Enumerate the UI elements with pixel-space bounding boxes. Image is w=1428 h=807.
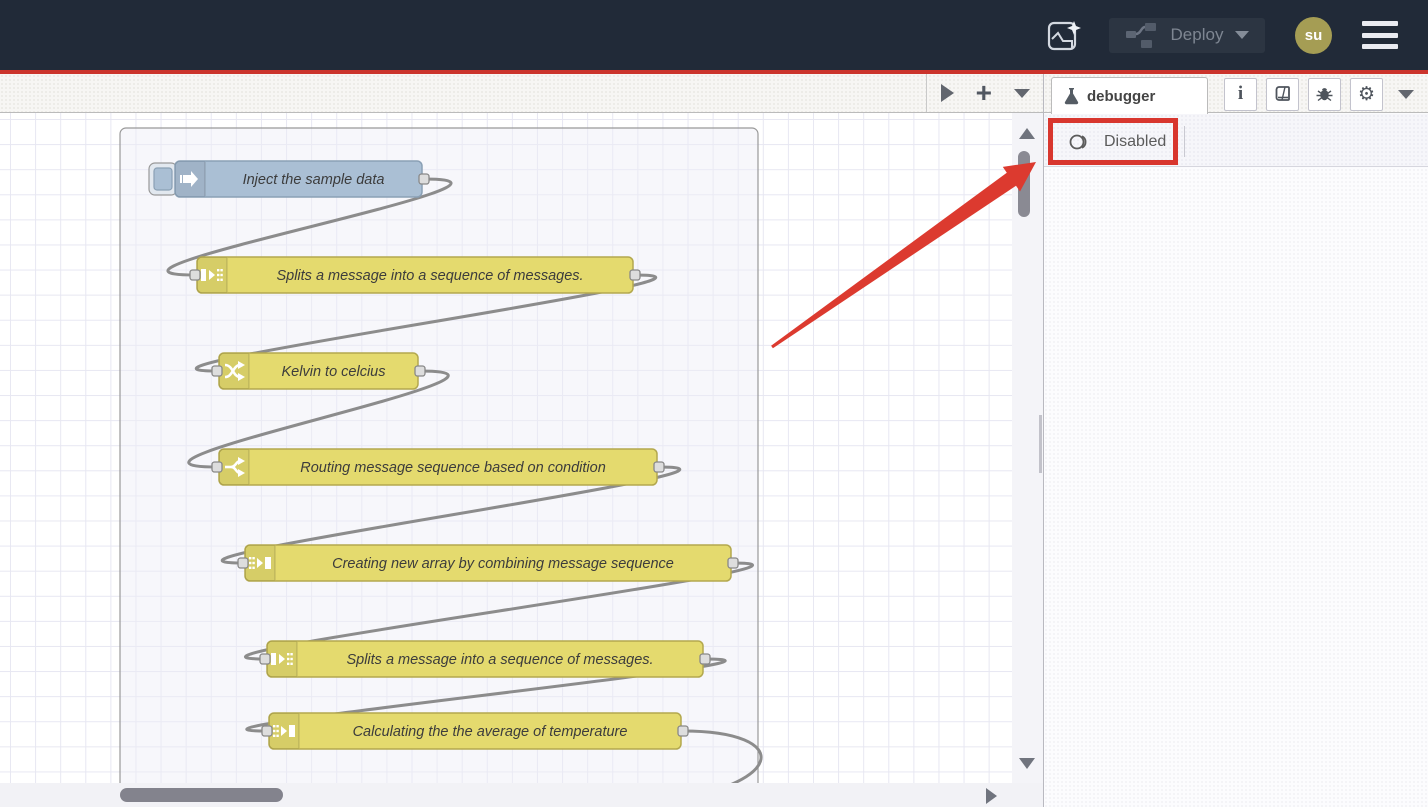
horizontal-scrollbar[interactable] [0, 783, 1043, 807]
avatar[interactable]: su [1295, 17, 1332, 54]
app-window: Deploy su + Inject the sample data Splits… [0, 0, 1428, 807]
flask-icon [1064, 87, 1079, 105]
hamburger-menu-icon[interactable] [1362, 21, 1398, 49]
tab-debugger[interactable]: debugger [1051, 77, 1208, 114]
vertical-scroll-thumb[interactable] [1018, 151, 1030, 217]
node-label: Calculating the the average of temperatu… [353, 724, 628, 740]
input-port[interactable] [262, 726, 272, 736]
scroll-down-icon[interactable] [1019, 758, 1035, 769]
sidebar-separator-handle[interactable] [1039, 415, 1042, 473]
input-port[interactable] [238, 558, 248, 568]
deploy-button[interactable]: Deploy [1109, 18, 1265, 53]
tabstrip-buttons: + [926, 74, 1036, 112]
deploy-caret-icon[interactable] [1235, 31, 1249, 39]
toolbar-separator [1184, 126, 1185, 157]
flow-node-change[interactable]: Kelvin to celcius [212, 353, 425, 389]
flow-node-switch[interactable]: Routing message sequence based on condit… [212, 449, 664, 485]
header-bar: Deploy su [0, 0, 1428, 70]
chevron-down-icon[interactable] [1398, 90, 1414, 99]
horizontal-scroll-thumb[interactable] [120, 788, 283, 802]
debug-toolbar: Disabled [1044, 114, 1428, 167]
output-port[interactable] [419, 174, 429, 184]
node-label: Kelvin to celcius [282, 364, 386, 380]
node-label: Splits a message into a sequence of mess… [276, 268, 583, 284]
flow-svg: Inject the sample data Splits a message i… [0, 113, 1012, 783]
node-label: Inject the sample data [243, 172, 385, 188]
flow-export-sparkle-icon[interactable] [1045, 16, 1083, 54]
input-port[interactable] [260, 654, 270, 664]
flow-node-inject[interactable]: Inject the sample data [149, 161, 429, 197]
disabled-filter-button[interactable]: Disabled [1057, 125, 1178, 158]
sidebar: debugger i [1044, 74, 1428, 807]
info-button[interactable]: i [1224, 78, 1257, 111]
input-port[interactable] [190, 270, 200, 280]
workspace-tabstrip: + [0, 74, 1044, 113]
output-port[interactable] [654, 462, 664, 472]
scroll-tabs-right-icon[interactable] [941, 84, 954, 102]
deploy-label: Deploy [1171, 25, 1224, 45]
debug-bug-button[interactable] [1308, 78, 1341, 111]
output-port[interactable] [678, 726, 688, 736]
flow-canvas[interactable]: Inject the sample data Splits a message i… [0, 113, 1012, 783]
flow-export-sparkle-svg [1046, 17, 1082, 53]
toggle-off-icon [1069, 134, 1095, 150]
flow-list-caret-icon[interactable] [1014, 89, 1030, 98]
output-port[interactable] [728, 558, 738, 568]
bug-icon [1315, 85, 1334, 103]
input-port[interactable] [212, 366, 222, 376]
debug-panel-content[interactable] [1044, 168, 1428, 807]
input-port[interactable] [212, 462, 222, 472]
flow-node-join[interactable]: Creating new array by combining message … [238, 545, 738, 581]
settings-gear-icon: ⚙ [1358, 85, 1375, 104]
info-icon: i [1238, 83, 1243, 105]
settings-button[interactable]: ⚙ [1350, 78, 1383, 111]
node-label: Routing message sequence based on condit… [300, 460, 606, 476]
output-port[interactable] [630, 270, 640, 280]
scroll-right-icon[interactable] [986, 788, 997, 804]
docs-button[interactable] [1266, 78, 1299, 111]
docs-book-icon [1274, 85, 1292, 103]
deploy-nodes-icon [1125, 22, 1159, 48]
output-port[interactable] [415, 366, 425, 376]
flow-node-join[interactable]: Calculating the the average of temperatu… [262, 713, 688, 749]
scroll-up-icon[interactable] [1019, 128, 1035, 139]
sidebar-buttons: i ⚙ [1224, 77, 1414, 111]
disabled-filter-label: Disabled [1104, 133, 1166, 151]
flow-node-split[interactable]: Splits a message into a sequence of mess… [260, 641, 710, 677]
node-label: Creating new array by combining message … [332, 556, 674, 572]
add-flow-icon[interactable]: + [976, 83, 992, 103]
tab-debugger-label: debugger [1087, 88, 1155, 105]
flow-node-split[interactable]: Splits a message into a sequence of mess… [190, 257, 640, 293]
sidebar-tabbar: debugger i [1044, 74, 1428, 113]
avatar-initials: su [1305, 27, 1323, 44]
node-label: Splits a message into a sequence of mess… [346, 652, 653, 668]
output-port[interactable] [700, 654, 710, 664]
